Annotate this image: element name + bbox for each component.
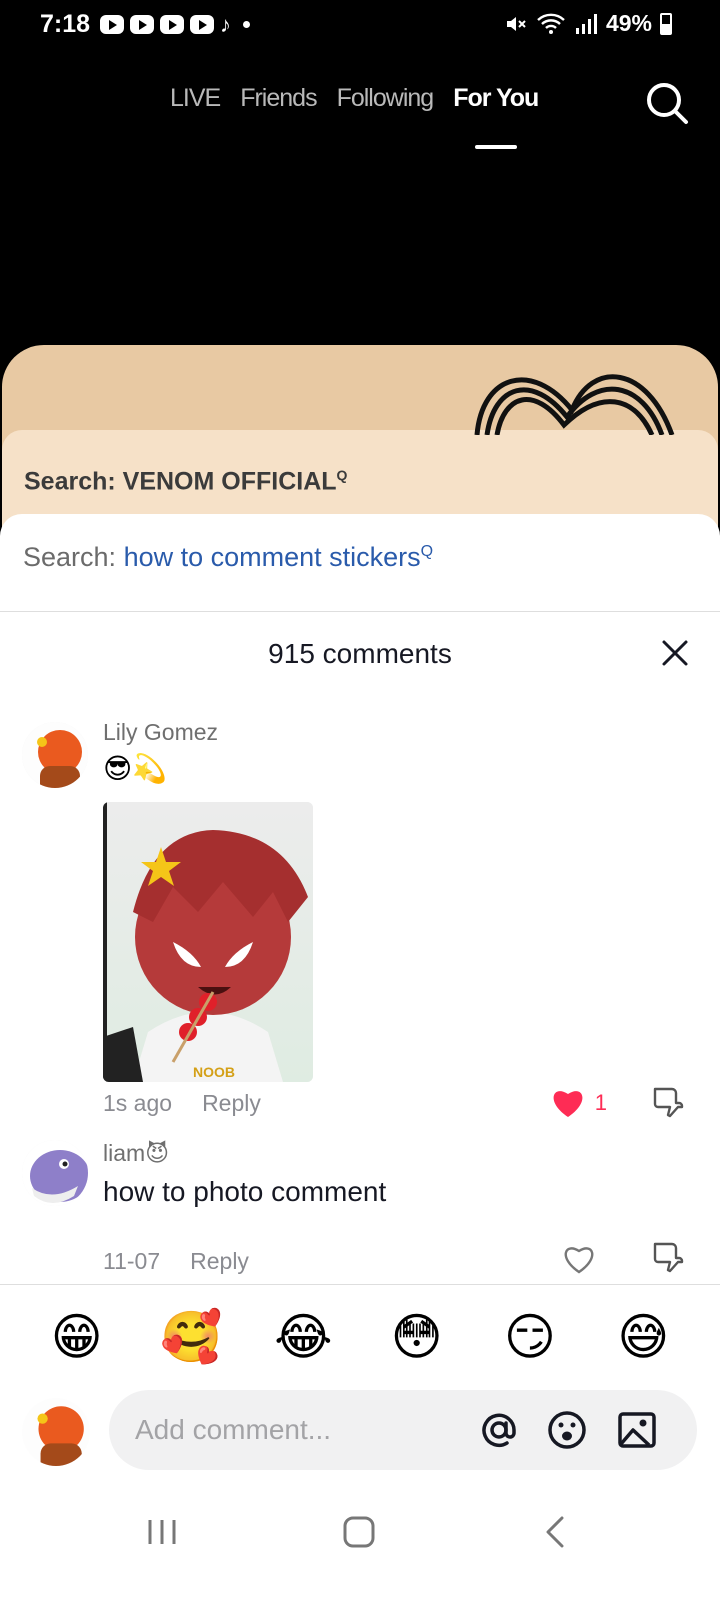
search-prefix: Search: (23, 542, 117, 572)
heart-outline-icon[interactable] (562, 1244, 596, 1274)
comment-count: 915 comments (268, 638, 452, 669)
youtube-icon (190, 15, 214, 34)
video-search-overlay[interactable]: Search: VENOM OFFICIALQ (24, 467, 347, 496)
tab-friends[interactable]: Friends (240, 84, 317, 113)
comment-time: 11-07 (103, 1248, 161, 1274)
search-icon[interactable] (644, 80, 690, 126)
status-time: 7:18 (40, 10, 91, 38)
reply-button[interactable]: Reply (190, 1248, 249, 1275)
dislike-icon[interactable] (650, 1242, 684, 1276)
dislike-icon[interactable] (650, 1087, 684, 1121)
home-icon[interactable] (337, 1510, 381, 1554)
back-icon[interactable] (534, 1510, 578, 1554)
youtube-icon (100, 15, 124, 34)
avatar (22, 1398, 90, 1466)
close-icon[interactable] (658, 636, 692, 670)
youtube-icon (130, 15, 154, 34)
reply-button[interactable]: Reply (202, 1090, 261, 1117)
wifi-icon (537, 13, 565, 34)
battery-icon (660, 12, 672, 35)
sticker-text: NOOB (193, 1064, 235, 1080)
youtube-icon (160, 15, 184, 34)
comment-text: how to photo comment (103, 1176, 387, 1207)
video-search-text: Search: VENOM OFFICIAL (24, 467, 337, 496)
mention-icon[interactable] (477, 1408, 521, 1452)
more-notifications-dot (243, 21, 250, 28)
avatar[interactable] (22, 722, 88, 788)
quick-emoji-button[interactable]: 😏 (500, 1307, 560, 1367)
signal-icon (575, 13, 597, 34)
heart-filled-icon (553, 1091, 583, 1117)
comment-input[interactable]: Add comment... (109, 1390, 697, 1470)
comments-sheet: Search: how to comment stickersQ 915 com… (0, 514, 720, 1600)
recent-apps-icon[interactable] (140, 1510, 184, 1554)
tab-for-you[interactable]: For You (453, 84, 539, 113)
emoji-icon[interactable] (545, 1408, 589, 1452)
tab-following[interactable]: Following (337, 84, 435, 113)
search-query-link[interactable]: how to comment stickers (124, 542, 421, 572)
comment-meta: 11-07 Reply (103, 1248, 249, 1275)
comment-username[interactable]: liam😈 (103, 1140, 169, 1167)
quick-emoji-button[interactable]: 😳 (387, 1307, 447, 1367)
comment-time: 1s ago (103, 1090, 173, 1116)
notification-icons: ♪ (100, 12, 250, 37)
system-nav-bar (0, 1480, 720, 1600)
avatar[interactable] (22, 1140, 88, 1206)
divider (0, 611, 720, 612)
status-bar: 7:18 ♪ 49% (0, 0, 720, 52)
comment-meta: 1s ago Reply (103, 1090, 261, 1117)
like-count: 1 (594, 1090, 607, 1115)
quick-emoji-button[interactable]: 😂 (273, 1307, 333, 1367)
search-icon: Q (420, 543, 434, 560)
feed-tabs: LIVE Friends Following For You (170, 84, 539, 113)
comment-input-placeholder: Add comment... (135, 1414, 332, 1445)
search-suggestion[interactable]: Search: how to comment stickersQ (23, 542, 433, 573)
quick-emoji-button[interactable]: 😅 (613, 1307, 673, 1367)
feed-tabs-bar: LIVE Friends Following For You (0, 80, 720, 140)
quick-emoji-button[interactable]: 😁 (47, 1307, 107, 1367)
battery-percent: 49% (605, 10, 652, 36)
quick-emoji-button[interactable]: 🥰 (160, 1307, 222, 1367)
mute-icon (506, 16, 526, 31)
divider (0, 1284, 720, 1285)
tiktok-icon: ♪ (220, 12, 231, 37)
comment-composer: Add comment... (0, 1382, 720, 1482)
comment-username[interactable]: Lily Gomez (103, 719, 218, 746)
comment-sticker-image[interactable]: NOOB (103, 802, 313, 1082)
status-right: 49% (504, 10, 672, 37)
image-icon[interactable] (615, 1408, 659, 1452)
tab-live[interactable]: LIVE (170, 84, 221, 113)
drawing-hair-image (474, 374, 675, 435)
like-button[interactable]: 1 (551, 1088, 607, 1118)
quick-emoji-bar: 😁 🥰 😂 😳 😏 😅 (0, 1307, 720, 1367)
comment-emojis: 😎💫 (103, 753, 168, 784)
